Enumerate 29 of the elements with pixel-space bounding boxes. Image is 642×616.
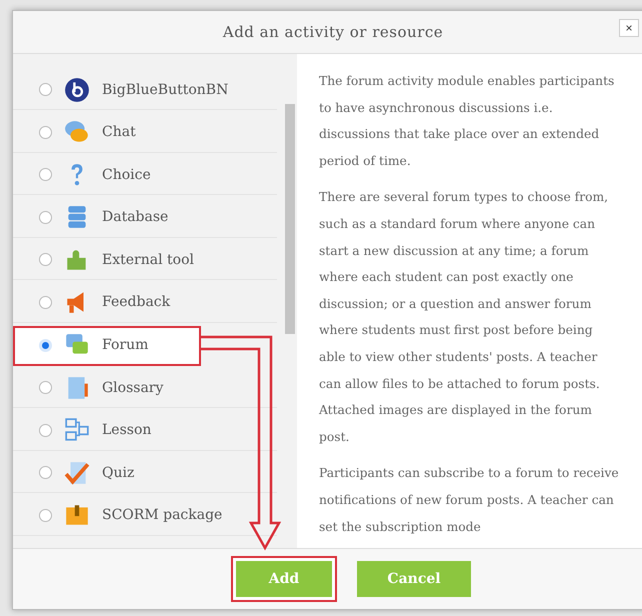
activity-option[interactable]: Quiz: [13, 453, 277, 494]
radio-button[interactable]: [39, 296, 52, 309]
description-paragraph: Participants can subscribe to a forum to receive notifications of new forum posts. A teacher can set the subscription mode: [319, 465, 619, 536]
radio-button[interactable]: [39, 210, 52, 224]
radio-button[interactable]: [39, 126, 52, 139]
quiz-icon: [64, 460, 90, 486]
scrollbar[interactable]: [283, 54, 297, 548]
activity-option[interactable]: SCORM package: [13, 496, 277, 536]
radio-button[interactable]: [39, 424, 52, 437]
activity-option[interactable]: Forum: [13, 326, 201, 366]
activity-option[interactable]: External tool: [13, 240, 277, 280]
activity-option[interactable]: Lesson: [13, 410, 277, 451]
close-button[interactable]: ×: [619, 19, 639, 37]
activity-option[interactable]: Chat: [13, 112, 277, 153]
activity-option[interactable]: Glossary: [13, 368, 277, 408]
activity-option[interactable]: Feedback: [13, 282, 277, 323]
radio-button[interactable]: [39, 466, 52, 480]
description-paragraph: The forum activity module enables participants to have asynchronous discussions i.e. discussions that take place over an extended period of time.: [319, 73, 616, 170]
radio-button[interactable]: [39, 508, 52, 522]
lesson-icon: [64, 417, 90, 444]
description-paragraph: There are several forum types to choose from, such as a standard forum where anyone can start a new discussion at any time; a forum where each student can post exactly one discussion; or a question and answer forum where students must first post before being able to view other students' posts. A teacher can allow files to be attached to forum posts. Attached images are displayed in the forum post.: [319, 189, 610, 446]
radio-button[interactable]: [39, 83, 52, 96]
radio-button[interactable]: [39, 168, 52, 182]
activity-option[interactable]: BigBlueButtonBN: [13, 70, 277, 110]
radio-button[interactable]: [39, 253, 52, 266]
radio-button[interactable]: [39, 381, 52, 394]
dialog-title: Add an activity or resource: [222, 23, 444, 41]
activity-option[interactable]: Database: [13, 198, 277, 238]
activity-option[interactable]: Choice: [13, 155, 277, 196]
